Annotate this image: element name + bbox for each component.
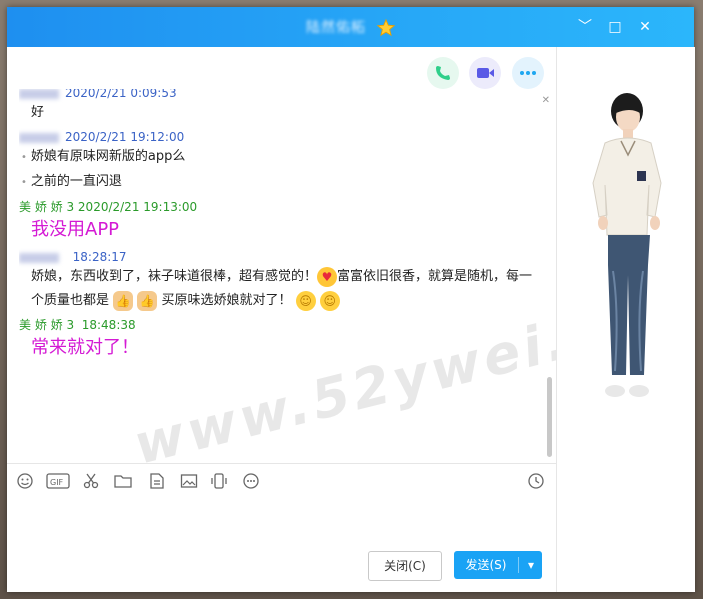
grin-emoji-icon: ☺ (295, 290, 316, 311)
more-tools-icon[interactable] (241, 472, 261, 492)
sender-name-blurred (19, 89, 59, 99)
more-options-button[interactable] (512, 57, 544, 89)
message-text: 常来就对了！ (31, 337, 139, 358)
voice-call-button[interactable] (427, 57, 459, 89)
chat-window: 陆然佑柘 ﹀ □ ✕ 2020/2/21 0:09:53 好 2020/2/21… (7, 7, 695, 592)
message-text: 之前的一直闪退 (19, 170, 539, 195)
sender-name-blurred (19, 132, 59, 143)
message-header: 2020/2/21 0:09:53 (19, 89, 539, 101)
message-header: 美 娇 娇 3 2020/2/21 19:13:00 (19, 199, 539, 215)
message-time: 2020/2/21 19:12:00 (65, 130, 185, 144)
message-text: 我没用APP (31, 219, 120, 240)
heart-eyes-emoji-icon: ♥ (317, 266, 338, 287)
maximize-button[interactable]: □ (605, 17, 625, 37)
video-icon (477, 68, 494, 78)
message-time: 18:48:38 (81, 318, 136, 332)
history-icon[interactable] (526, 472, 546, 492)
sender-name-blurred (19, 252, 59, 263)
message-time: 18:28:17 (72, 250, 127, 264)
message-text: 个质量也都是 👍 👍 买原味选娇娘就对了！ ☺ ☺ (19, 289, 539, 313)
phone-icon (436, 66, 450, 80)
avatar (592, 93, 662, 397)
avatar-pane (556, 47, 695, 592)
emoji-icon[interactable] (15, 472, 35, 492)
window-title: 陆然佑柘 (305, 20, 366, 36)
more-icon (520, 71, 536, 75)
message-header: 2020/2/21 19:12:00 (19, 129, 539, 145)
send-options-dropdown[interactable]: ▾ (520, 551, 542, 579)
svg-text:GIF: GIF (50, 478, 64, 487)
video-call-button[interactable] (469, 57, 501, 89)
chat-scrollbar[interactable] (547, 377, 552, 457)
doc-icon[interactable] (147, 472, 167, 492)
message-text: 娇娘有原味网新版的app么 (19, 145, 539, 170)
message-text-part: 富富依旧很香，就算是随机，每一 (337, 269, 533, 284)
vip-star-icon (377, 18, 396, 36)
shake-icon[interactable] (209, 472, 229, 492)
gif-icon[interactable]: GIF (45, 472, 71, 492)
message-header: 18:28:17 (19, 249, 539, 265)
send-button-divider (518, 557, 519, 573)
send-button[interactable]: 发送(S) ▾ (454, 551, 542, 579)
message-text-part: 买原味选娇娘就对了！ (161, 293, 292, 308)
minimize-button[interactable]: ﹀ (575, 17, 595, 37)
close-button[interactable]: 关闭(C) (368, 551, 442, 581)
message-input[interactable]: 关闭(C) 发送(S) ▾ (7, 500, 556, 592)
message-text-part: 娇娘，东西收到了，袜子味道很棒，超有感觉的！ (31, 269, 318, 284)
message-list[interactable]: 2020/2/21 0:09:53 好 2020/2/21 19:12:00 娇… (19, 89, 539, 459)
chat-history-pane: 2020/2/21 0:09:53 好 2020/2/21 19:12:00 娇… (7, 47, 686, 477)
image-icon[interactable] (179, 472, 199, 492)
message-header: 美 娇 娇 3 18:48:38 (19, 317, 539, 333)
close-window-button[interactable]: ✕ (635, 17, 655, 37)
input-toolbar: GIF (7, 463, 556, 500)
scissors-icon[interactable] (81, 472, 101, 492)
message-text: 好 (31, 105, 45, 120)
message-time: 2020/2/21 0:09:53 (65, 89, 177, 100)
message-text: 娇娘，东西收到了，袜子味道很棒，超有感觉的！ ♥ 富富依旧很香，就算是随机，每一 (19, 265, 539, 289)
message-time: 2020/2/21 19:13:00 (77, 200, 198, 214)
grin-emoji-icon: ☺ (319, 290, 340, 311)
send-button-label: 发送(S) (465, 558, 507, 572)
title-bar[interactable]: 陆然佑柘 ﹀ □ ✕ (7, 7, 694, 47)
sender-name: 美 娇 娇 3 (19, 200, 75, 214)
folder-icon[interactable] (113, 472, 133, 492)
sender-name: 美 娇 娇 3 (19, 318, 75, 332)
thumbs-up-emoji-icon: 👍 (113, 290, 134, 311)
scroll-up-arrow-icon[interactable]: ✕ (542, 95, 550, 106)
message-text-part: 个质量也都是 (31, 293, 110, 308)
thumbs-up-emoji-icon: 👍 (137, 290, 158, 311)
